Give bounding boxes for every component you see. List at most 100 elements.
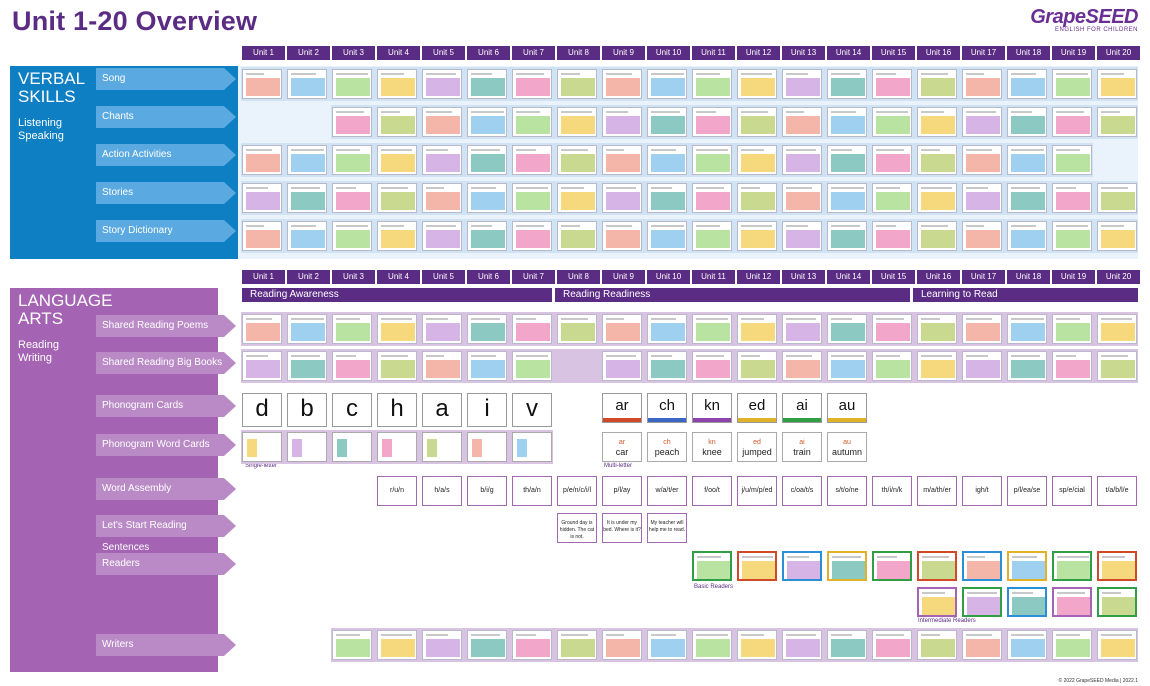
verbal-thumb-4-13[interactable] — [782, 183, 822, 213]
verbal-thumb-1-3[interactable] — [332, 69, 372, 99]
verbal-thumb-3-6[interactable] — [467, 145, 507, 175]
verbal-thumb-1-6[interactable] — [467, 69, 507, 99]
unit-header-20[interactable]: Unit 20 — [1097, 46, 1140, 60]
language-thumb-2-10[interactable] — [647, 351, 687, 381]
word-assembly-card-4[interactable]: th/a/n — [512, 476, 552, 506]
language-thumb-2-1[interactable] — [242, 351, 282, 381]
phonogram-word-card-single-2[interactable] — [287, 432, 327, 462]
language-thumb-1-4[interactable] — [377, 314, 417, 344]
unit-header-16[interactable]: Unit 16 — [917, 270, 960, 284]
unit-header-19[interactable]: Unit 19 — [1052, 270, 1095, 284]
reader-intermediate-17[interactable] — [962, 587, 1002, 617]
language-thumb-2-11[interactable] — [692, 351, 732, 381]
unit-header-11[interactable]: Unit 11 — [692, 46, 735, 60]
verbal-thumb-4-18[interactable] — [1007, 183, 1047, 213]
verbal-thumb-4-11[interactable] — [692, 183, 732, 213]
language-thumb-2-18[interactable] — [1007, 351, 1047, 381]
phonogram-word-card-multi-2[interactable]: ch peach — [647, 432, 687, 462]
verbal-thumb-5-14[interactable] — [827, 221, 867, 251]
reader-basic-17[interactable] — [962, 551, 1002, 581]
language-thumb-2-17[interactable] — [962, 351, 1002, 381]
verbal-thumb-1-12[interactable] — [737, 69, 777, 99]
unit-header-20[interactable]: Unit 20 — [1097, 270, 1140, 284]
phonogram-word-card-single-1[interactable] — [242, 432, 282, 462]
unit-header-14[interactable]: Unit 14 — [827, 46, 870, 60]
verbal-thumb-2-10[interactable] — [647, 107, 687, 137]
unit-header-1[interactable]: Unit 1 — [242, 46, 285, 60]
word-assembly-card-14[interactable]: igh/t — [962, 476, 1002, 506]
verbal-thumb-3-8[interactable] — [557, 145, 597, 175]
verbal-thumb-3-15[interactable] — [872, 145, 912, 175]
phonogram-word-card-multi-5[interactable]: ai train — [782, 432, 822, 462]
unit-header-7[interactable]: Unit 7 — [512, 46, 555, 60]
verbal-thumb-2-9[interactable] — [602, 107, 642, 137]
verbal-thumb-3-7[interactable] — [512, 145, 552, 175]
verbal-thumb-5-3[interactable] — [332, 221, 372, 251]
language-thumb-2-12[interactable] — [737, 351, 777, 381]
writer-thumb-17[interactable] — [962, 630, 1002, 660]
verbal-thumb-3-16[interactable] — [917, 145, 957, 175]
verbal-thumb-5-15[interactable] — [872, 221, 912, 251]
sentence-card-2[interactable]: It is under my bed. Where is it? — [602, 513, 642, 543]
verbal-thumb-1-20[interactable] — [1097, 69, 1137, 99]
word-assembly-card-7[interactable]: w/a/t/er — [647, 476, 687, 506]
verbal-thumb-3-13[interactable] — [782, 145, 822, 175]
verbal-thumb-3-18[interactable] — [1007, 145, 1047, 175]
verbal-thumb-3-2[interactable] — [287, 145, 327, 175]
verbal-thumb-1-16[interactable] — [917, 69, 957, 99]
writer-thumb-18[interactable] — [1007, 630, 1047, 660]
writer-thumb-7[interactable] — [512, 630, 552, 660]
phonogram-card-single-7[interactable]: v — [512, 393, 552, 427]
verbal-thumb-5-19[interactable] — [1052, 221, 1092, 251]
verbal-thumb-3-4[interactable] — [377, 145, 417, 175]
phonogram-card-multi-3[interactable]: kn — [692, 393, 732, 423]
verbal-thumb-5-1[interactable] — [242, 221, 282, 251]
verbal-thumb-1-1[interactable] — [242, 69, 282, 99]
verbal-thumb-2-5[interactable] — [422, 107, 462, 137]
verbal-thumb-3-19[interactable] — [1052, 145, 1092, 175]
language-thumb-1-16[interactable] — [917, 314, 957, 344]
phonogram-word-card-single-6[interactable] — [467, 432, 507, 462]
word-assembly-card-8[interactable]: f/oo/t — [692, 476, 732, 506]
verbal-thumb-2-3[interactable] — [332, 107, 372, 137]
writer-thumb-15[interactable] — [872, 630, 912, 660]
writer-thumb-6[interactable] — [467, 630, 507, 660]
reader-basic-11[interactable] — [692, 551, 732, 581]
reader-basic-14[interactable] — [827, 551, 867, 581]
word-assembly-card-13[interactable]: m/a/th/er — [917, 476, 957, 506]
unit-header-10[interactable]: Unit 10 — [647, 270, 690, 284]
verbal-thumb-1-7[interactable] — [512, 69, 552, 99]
unit-header-18[interactable]: Unit 18 — [1007, 270, 1050, 284]
unit-header-18[interactable]: Unit 18 — [1007, 46, 1050, 60]
phonogram-card-multi-5[interactable]: ai — [782, 393, 822, 423]
verbal-thumb-3-12[interactable] — [737, 145, 777, 175]
word-assembly-card-1[interactable]: r/u/n — [377, 476, 417, 506]
verbal-thumb-2-14[interactable] — [827, 107, 867, 137]
unit-header-13[interactable]: Unit 13 — [782, 46, 825, 60]
reader-intermediate-19[interactable] — [1052, 587, 1092, 617]
word-assembly-card-6[interactable]: p/l/ay — [602, 476, 642, 506]
unit-header-8[interactable]: Unit 8 — [557, 46, 600, 60]
language-thumb-2-20[interactable] — [1097, 351, 1137, 381]
verbal-thumb-1-17[interactable] — [962, 69, 1002, 99]
language-thumb-1-19[interactable] — [1052, 314, 1092, 344]
verbal-thumb-4-20[interactable] — [1097, 183, 1137, 213]
unit-header-2[interactable]: Unit 2 — [287, 46, 330, 60]
verbal-thumb-2-13[interactable] — [782, 107, 822, 137]
verbal-thumb-3-17[interactable] — [962, 145, 1002, 175]
language-thumb-2-15[interactable] — [872, 351, 912, 381]
unit-header-5[interactable]: Unit 5 — [422, 46, 465, 60]
verbal-thumb-2-19[interactable] — [1052, 107, 1092, 137]
verbal-thumb-3-9[interactable] — [602, 145, 642, 175]
reader-basic-13[interactable] — [782, 551, 822, 581]
verbal-thumb-2-12[interactable] — [737, 107, 777, 137]
unit-header-5[interactable]: Unit 5 — [422, 270, 465, 284]
language-thumb-1-15[interactable] — [872, 314, 912, 344]
verbal-thumb-3-1[interactable] — [242, 145, 282, 175]
unit-header-16[interactable]: Unit 16 — [917, 46, 960, 60]
verbal-thumb-2-20[interactable] — [1097, 107, 1137, 137]
unit-header-17[interactable]: Unit 17 — [962, 46, 1005, 60]
phonogram-card-single-2[interactable]: b — [287, 393, 327, 427]
verbal-thumb-1-4[interactable] — [377, 69, 417, 99]
verbal-thumb-1-10[interactable] — [647, 69, 687, 99]
